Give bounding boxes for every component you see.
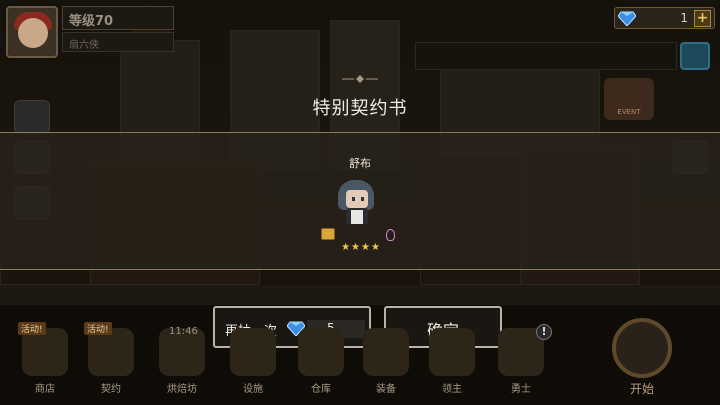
hero-star-rating: ★★★★ bbox=[341, 242, 381, 253]
side-icon-mail[interactable] bbox=[14, 100, 50, 134]
lord-icon bbox=[429, 328, 475, 376]
equipment-icon bbox=[363, 328, 409, 376]
start-button[interactable]: 开始 bbox=[604, 318, 680, 398]
contract-icon bbox=[88, 328, 134, 376]
nav-label: 契约 bbox=[101, 384, 121, 395]
add-gems-button[interactable]: + bbox=[694, 10, 711, 27]
alert-icon: ! bbox=[536, 324, 552, 340]
start-label: 开始 bbox=[629, 382, 654, 396]
nav-label: 商店 bbox=[35, 384, 55, 395]
shop-icon bbox=[22, 328, 68, 376]
event-label: EVENT bbox=[617, 108, 641, 116]
nav-label: 烘焙坊 bbox=[167, 384, 197, 395]
diamond-icon bbox=[618, 11, 636, 26]
hero-sprite[interactable] bbox=[336, 180, 384, 228]
nav-label: 装备 bbox=[376, 384, 396, 395]
title-ornament-icon bbox=[342, 75, 378, 83]
scroll-icon bbox=[321, 228, 335, 240]
nav-warrior[interactable]: ! 勇士 bbox=[494, 322, 552, 402]
player-level: 等级70 bbox=[62, 6, 174, 30]
notice-strip bbox=[415, 42, 677, 70]
nav-warehouse[interactable]: 仓库 bbox=[294, 322, 348, 402]
gem-counter: 1 + bbox=[614, 7, 715, 29]
nav-equipment[interactable]: 装备 bbox=[359, 322, 413, 402]
gem-count: 1 bbox=[680, 11, 688, 25]
potion-icon bbox=[386, 229, 395, 241]
warehouse-icon bbox=[298, 328, 344, 376]
nav-label: 设施 bbox=[243, 384, 263, 395]
nav-shop[interactable]: 活动! 商店 bbox=[18, 322, 72, 402]
chat-icon[interactable] bbox=[680, 42, 710, 70]
facilities-icon bbox=[230, 328, 276, 376]
player-avatar[interactable] bbox=[6, 6, 58, 58]
bakery-timer: 11:46 bbox=[169, 326, 198, 337]
nav-contract[interactable]: 活动! 契约 bbox=[84, 322, 138, 402]
nav-bakery[interactable]: 11:46 烘焙坊 bbox=[155, 322, 209, 402]
player-name: 扇六侠 bbox=[62, 32, 174, 52]
start-emblem-icon bbox=[612, 318, 672, 378]
nav-label: 仓库 bbox=[311, 384, 331, 395]
event-badge: 活动! bbox=[18, 322, 46, 335]
nav-lord[interactable]: 领主 bbox=[425, 322, 479, 402]
nav-facilities[interactable]: 设施 bbox=[226, 322, 280, 402]
hero-name: 舒布 bbox=[349, 157, 371, 170]
nav-label: 勇士 bbox=[511, 384, 531, 395]
modal-title: 特别契约书 bbox=[312, 98, 408, 119]
event-badge: 活动! bbox=[84, 322, 112, 335]
nav-label: 领主 bbox=[442, 384, 462, 395]
